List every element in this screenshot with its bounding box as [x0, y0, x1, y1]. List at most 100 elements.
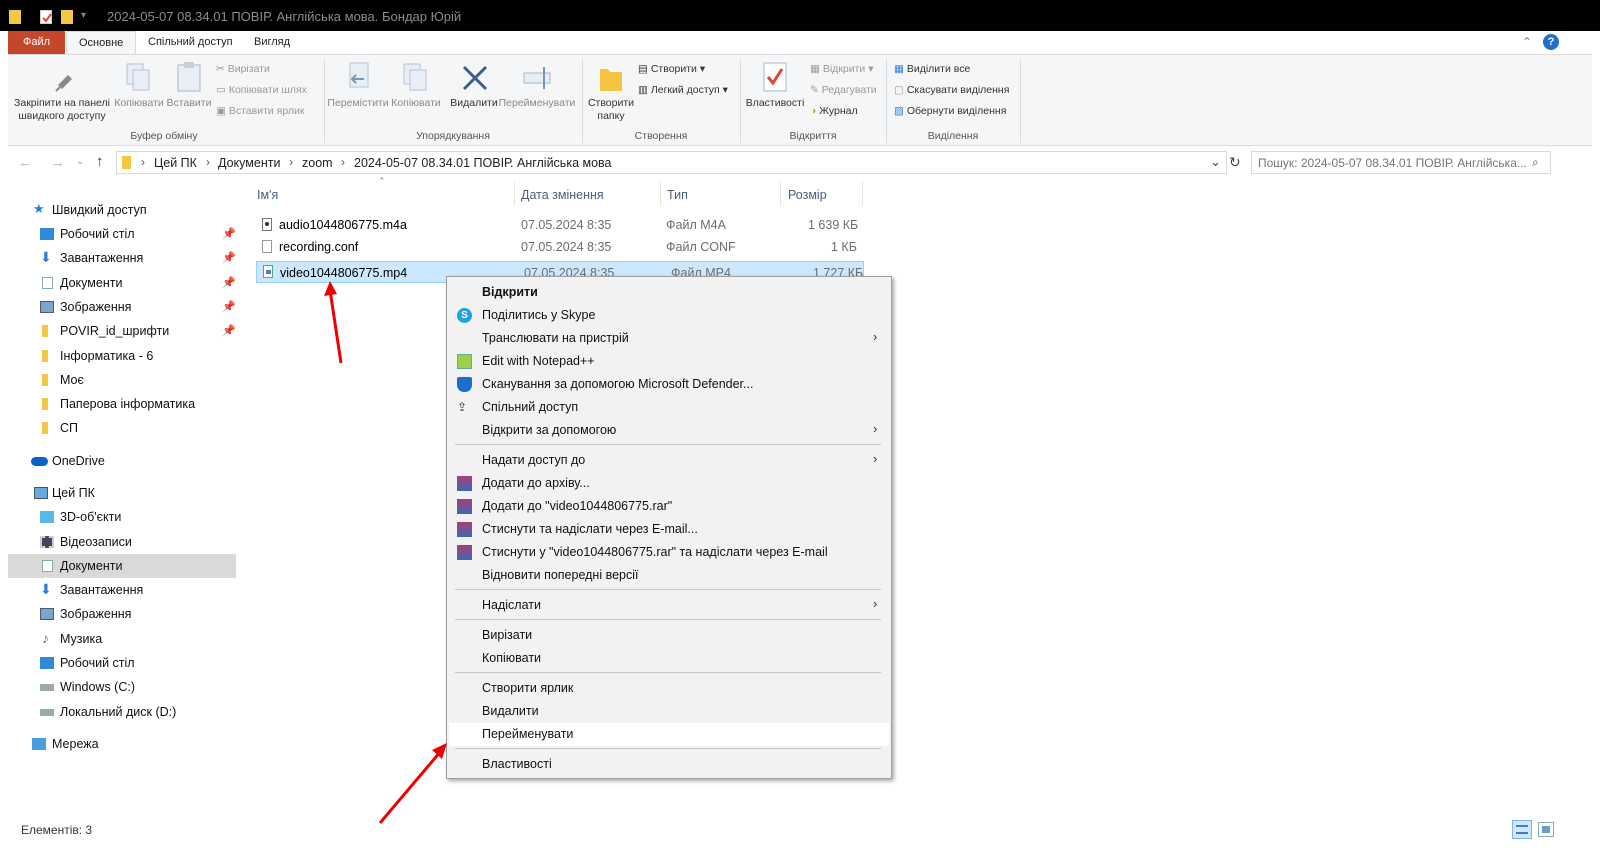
menu-item-create-shortcut[interactable]: Створити ярлик: [449, 677, 889, 700]
select-none-button[interactable]: ▢ Скасувати виділення: [894, 84, 1009, 96]
menu-item-send-to[interactable]: Надіслати ›: [449, 594, 889, 617]
breadcrumb-documents[interactable]: Документи: [218, 156, 280, 170]
sidebar-item-drive-d[interactable]: Локальний диск (D:): [8, 700, 236, 724]
sidebar-item-quick-access[interactable]: ★ Швидкий доступ: [8, 198, 236, 222]
edit-button[interactable]: ✎ Редагувати: [810, 84, 877, 96]
menu-item-rename[interactable]: Перейменувати: [449, 723, 889, 746]
file-row[interactable]: recording.conf 07.05.2024 8:35 Файл CONF…: [256, 236, 864, 258]
properties-quick-icon[interactable]: [40, 10, 52, 24]
column-header-name[interactable]: Ім'я: [257, 188, 278, 202]
sidebar-item-pictures[interactable]: Зображення 📌: [8, 295, 236, 319]
open-button[interactable]: ▦ Відкрити ▾: [810, 63, 873, 75]
menu-item-restore-versions[interactable]: Відновити попередні версії: [449, 564, 889, 587]
column-divider[interactable]: [862, 182, 863, 206]
sidebar-item-music[interactable]: ♪ Музика: [8, 627, 236, 651]
menu-item-defender-scan[interactable]: Сканування за допомогою Microsoft Defend…: [449, 373, 889, 396]
menu-item-compress-rar-email[interactable]: Стиснути у "video1044806775.rar" та наді…: [449, 541, 889, 564]
recent-locations-icon[interactable]: ⌄: [76, 156, 84, 167]
breadcrumb-zoom[interactable]: zoom: [302, 156, 333, 170]
sidebar-item-onedrive[interactable]: OneDrive: [8, 449, 236, 473]
up-button[interactable]: ↑: [96, 153, 104, 170]
large-icons-view-icon[interactable]: [1538, 822, 1554, 837]
sidebar-item-downloads[interactable]: ⬇ Завантаження 📌: [8, 246, 236, 270]
pin-quick-access-button[interactable]: Закріпити на панелі швидкого доступу: [12, 97, 112, 123]
cut-button[interactable]: ✂ Вирізати: [216, 63, 270, 75]
forward-button[interactable]: →: [50, 154, 65, 171]
sidebar-item-documents[interactable]: Документи 📌: [8, 271, 236, 295]
back-button[interactable]: ←: [18, 154, 33, 171]
select-all-button[interactable]: ▦ Виділити все: [894, 63, 970, 75]
column-divider[interactable]: [514, 182, 515, 206]
address-bar[interactable]: › Цей ПК › Документи › zoom › 2024-05-07…: [116, 151, 1227, 174]
sidebar-item-folder[interactable]: Моє: [8, 368, 236, 392]
delete-button[interactable]: Видалити: [448, 97, 500, 110]
tab-home[interactable]: Основне: [66, 31, 137, 54]
menu-item-compress-email[interactable]: Стиснути та надіслати через E-mail...: [449, 518, 889, 541]
sidebar-item-3d-objects[interactable]: 3D-об'єкти: [8, 505, 236, 529]
pin-icon[interactable]: 📌: [222, 251, 236, 264]
tab-share[interactable]: Спільний доступ: [136, 31, 245, 54]
menu-item-cast[interactable]: Транслювати на пристрій ›: [449, 327, 889, 350]
properties-button[interactable]: Властивості: [742, 97, 808, 110]
pin-icon[interactable]: 📌: [222, 276, 236, 289]
menu-item-open[interactable]: Відкрити: [449, 281, 889, 304]
sidebar-item-folder[interactable]: СП: [8, 416, 236, 440]
sidebar-item-this-pc[interactable]: Цей ПК: [8, 481, 236, 505]
menu-item-copy[interactable]: Копіювати: [449, 647, 889, 670]
search-input[interactable]: [1258, 155, 1528, 171]
refresh-icon[interactable]: ↻: [1229, 154, 1241, 171]
breadcrumb-current-folder[interactable]: 2024-05-07 08.34.01 ПОВІР. Англійська мо…: [354, 156, 612, 170]
column-divider[interactable]: [660, 182, 661, 206]
menu-item-properties[interactable]: Властивості: [449, 753, 889, 776]
sidebar-item-folder[interactable]: POVIR_id_шрифти 📌: [8, 319, 236, 343]
sidebar-item-desktop-pc[interactable]: Робочий стіл: [8, 651, 236, 675]
rename-button[interactable]: Перейменувати: [498, 97, 576, 110]
tab-view[interactable]: Вигляд: [242, 31, 302, 54]
sidebar-item-videos[interactable]: Відеозаписи: [8, 530, 236, 554]
column-divider[interactable]: [780, 182, 781, 206]
menu-item-share[interactable]: ⇪ Спільний доступ: [449, 396, 889, 419]
sidebar-item-network[interactable]: Мережа: [8, 732, 236, 756]
pin-icon[interactable]: 📌: [222, 227, 236, 240]
sidebar-item-documents-pc[interactable]: Документи: [8, 554, 236, 578]
chevron-right-icon[interactable]: ›: [206, 155, 210, 169]
quick-access-dropdown-icon[interactable]: ▾: [81, 10, 86, 21]
chevron-right-icon[interactable]: ›: [289, 155, 293, 169]
tab-file[interactable]: Файл: [8, 31, 65, 54]
move-to-button[interactable]: Перемістити: [325, 97, 391, 110]
menu-item-open-with[interactable]: Відкрити за допомогою ›: [449, 419, 889, 442]
chevron-right-icon[interactable]: ›: [141, 155, 145, 169]
paste-button[interactable]: Вставити: [164, 97, 214, 110]
menu-item-notepadpp[interactable]: Edit with Notepad++: [449, 350, 889, 373]
file-row[interactable]: audio1044806775.m4a 07.05.2024 8:35 Файл…: [256, 214, 864, 236]
breadcrumb-this-pc[interactable]: Цей ПК: [154, 156, 197, 170]
copy-path-button[interactable]: ▭ Копіювати шлях: [216, 84, 307, 96]
chevron-right-icon[interactable]: ›: [341, 155, 345, 169]
history-button[interactable]: ◑ Журнал: [810, 105, 858, 117]
details-view-icon[interactable]: [1512, 820, 1532, 839]
invert-selection-button[interactable]: ▨ Обернути виділення: [894, 105, 1006, 117]
menu-item-delete[interactable]: Видалити: [449, 700, 889, 723]
pin-icon[interactable]: 📌: [222, 324, 236, 337]
search-icon[interactable]: ⌕: [1532, 155, 1539, 170]
new-item-button[interactable]: ▤ Створити ▾: [638, 63, 705, 75]
copy-to-button[interactable]: Копіювати: [389, 97, 443, 110]
sidebar-item-desktop[interactable]: Робочий стіл 📌: [8, 222, 236, 246]
menu-item-give-access[interactable]: Надати доступ до ›: [449, 449, 889, 472]
sidebar-item-downloads-pc[interactable]: ⬇ Завантаження: [8, 578, 236, 602]
collapse-ribbon-icon[interactable]: ⌃: [1522, 35, 1532, 49]
address-dropdown-icon[interactable]: ⌄: [1210, 154, 1221, 170]
menu-item-add-archive[interactable]: Додати до архіву...: [449, 472, 889, 495]
sidebar-item-pictures-pc[interactable]: Зображення: [8, 602, 236, 626]
sidebar-item-drive-c[interactable]: Windows (C:): [8, 675, 236, 699]
paste-shortcut-button[interactable]: ▣ Вставити ярлик: [216, 105, 304, 117]
new-folder-button[interactable]: Створити папку: [586, 97, 636, 123]
pin-icon[interactable]: 📌: [222, 300, 236, 313]
search-box[interactable]: ⌕: [1251, 151, 1551, 174]
new-folder-quick-icon[interactable]: [61, 10, 73, 24]
help-icon[interactable]: ?: [1543, 34, 1559, 50]
menu-item-cut[interactable]: Вирізати: [449, 624, 889, 647]
copy-button[interactable]: Копіювати: [112, 97, 166, 110]
sidebar-item-folder[interactable]: Паперова інформатика: [8, 392, 236, 416]
menu-item-share-skype[interactable]: S Поділитись у Skype: [449, 304, 889, 327]
